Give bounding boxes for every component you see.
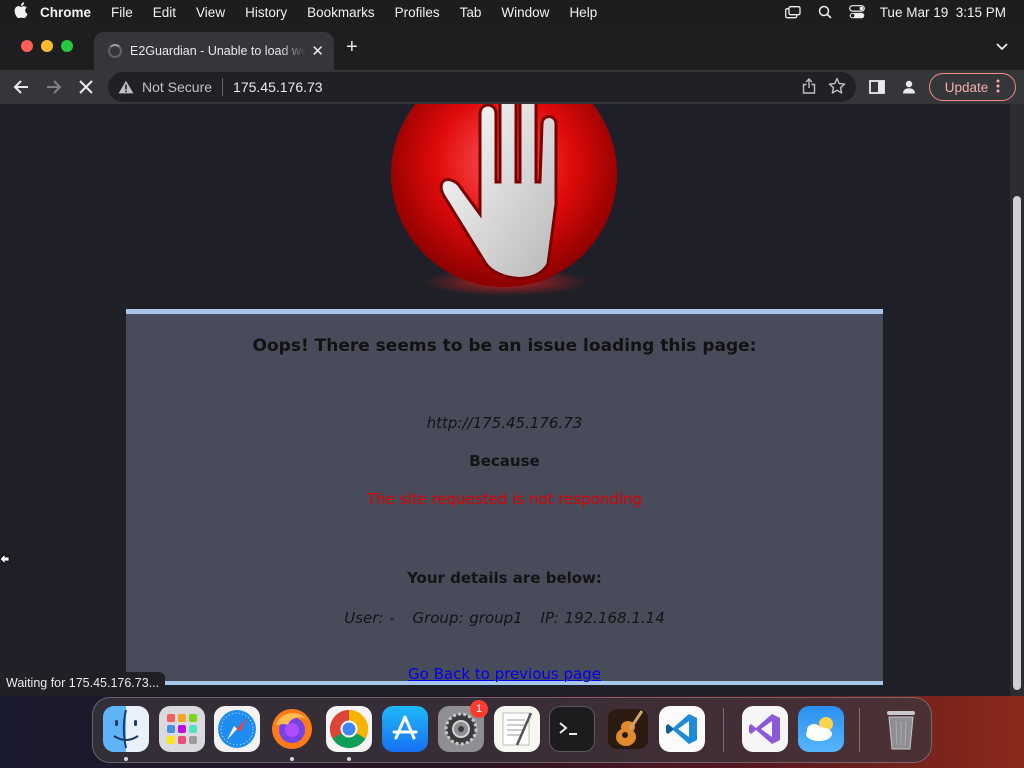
tab-loading-spinner-icon <box>108 44 122 58</box>
menu-help[interactable]: Help <box>569 5 597 20</box>
menu-tab[interactable]: Tab <box>460 5 482 20</box>
menu-file[interactable]: File <box>111 5 133 20</box>
control-center-icon[interactable] <box>848 5 866 19</box>
address-bar[interactable]: Not Secure 175.45.176.73 <box>108 72 856 102</box>
block-reason: The site requested is not responding <box>367 490 642 508</box>
screen-mirroring-icon[interactable] <box>784 5 802 19</box>
dock: 1 <box>92 697 932 763</box>
chrome-icon[interactable] <box>326 706 372 752</box>
window-minimize-button[interactable] <box>41 40 53 52</box>
menu-app-chrome[interactable]: Chrome <box>40 5 91 20</box>
finder-icon[interactable] <box>103 706 149 752</box>
safari-icon[interactable] <box>214 706 260 752</box>
trash-icon[interactable] <box>878 706 924 752</box>
browser-toolbar: Not Secure 175.45.176.73 Update <box>0 70 1024 104</box>
launchpad-icon[interactable] <box>159 706 205 752</box>
error-message-panel: Oops! There seems to be an issue loading… <box>126 309 883 685</box>
user-details: User: - Group: group1 IP: 192.168.1.14 <box>126 609 883 627</box>
go-back-link[interactable]: Go Back to previous page <box>126 665 883 683</box>
menu-history[interactable]: History <box>245 5 287 20</box>
omnibox-divider <box>222 78 224 96</box>
terminal-icon[interactable] <box>549 706 595 752</box>
firefox-running-indicator <box>290 757 294 761</box>
url-text[interactable]: 175.45.176.73 <box>233 79 323 95</box>
security-status-label[interactable]: Not Secure <box>142 79 212 95</box>
vscode-icon[interactable] <box>659 706 705 752</box>
firefox-icon[interactable] <box>269 706 315 752</box>
stop-hand-icon <box>391 104 617 296</box>
status-bubble: Waiting for 175.45.176.73... <box>0 672 166 694</box>
app-store-icon[interactable] <box>382 706 428 752</box>
textedit-icon[interactable] <box>494 706 540 752</box>
new-tab-button[interactable]: + <box>346 36 358 59</box>
back-arrow-icon[interactable] <box>11 77 31 97</box>
update-chrome-button[interactable]: Update <box>929 73 1016 101</box>
forward-arrow-icon[interactable] <box>44 77 64 97</box>
dock-separator <box>723 708 724 752</box>
details-heading: Your details are below: <box>407 569 602 587</box>
tab-search-chevron-icon[interactable] <box>996 38 1008 56</box>
profile-avatar-icon[interactable] <box>900 78 918 96</box>
tab-title: E2Guardian - Unable to load web page <box>130 44 306 58</box>
stop-loading-icon[interactable] <box>76 77 96 97</box>
resize-cursor-icon <box>0 552 10 571</box>
because-label: Because <box>469 452 540 470</box>
browser-window: E2Guardian - Unable to load web page ✕ +… <box>0 24 1024 696</box>
page-viewport: Oops! There seems to be an issue loading… <box>0 104 1010 696</box>
ip-field: IP: 192.168.1.14 <box>540 609 665 627</box>
group-field: Group: group1 <box>412 609 523 627</box>
menu-bar: Chrome File Edit View History Bookmarks … <box>0 0 1024 24</box>
scrollbar-thumb[interactable] <box>1013 196 1021 690</box>
menu-edit[interactable]: Edit <box>153 5 176 20</box>
menu-profiles[interactable]: Profiles <box>395 5 440 20</box>
window-zoom-button[interactable] <box>61 40 73 52</box>
apple-menu-icon[interactable] <box>14 2 40 22</box>
chrome-running-indicator <box>347 757 351 761</box>
side-panel-icon[interactable] <box>868 78 886 96</box>
window-close-button[interactable] <box>21 40 33 52</box>
menu-view[interactable]: View <box>196 5 225 20</box>
blocked-url: http://175.45.176.73 <box>426 414 583 432</box>
spotlight-search-icon[interactable] <box>816 5 834 19</box>
error-heading: Oops! There seems to be an issue loading… <box>252 336 757 356</box>
user-field: User: - <box>344 609 395 627</box>
finder-running-indicator <box>124 757 128 761</box>
tab-active[interactable]: E2Guardian - Unable to load web page ✕ <box>94 32 334 70</box>
menu-window[interactable]: Window <box>501 5 549 20</box>
visual-studio-icon[interactable] <box>742 706 788 752</box>
dock-separator-trash <box>859 708 860 752</box>
warning-triangle-icon[interactable] <box>118 78 136 96</box>
weather-icon[interactable] <box>798 706 844 752</box>
tab-strip: E2Guardian - Unable to load web page ✕ + <box>0 24 1024 70</box>
menu-bookmarks[interactable]: Bookmarks <box>307 5 375 20</box>
share-icon[interactable] <box>802 78 816 97</box>
more-menu-icon <box>996 79 1000 96</box>
bookmark-star-icon[interactable] <box>828 77 846 98</box>
update-button-label: Update <box>944 79 989 95</box>
system-settings-badge: 1 <box>470 700 488 718</box>
menubar-clock[interactable]: Tue Mar 19 3:15 PM <box>880 5 1006 20</box>
garageband-icon[interactable] <box>605 706 651 752</box>
tab-close-icon[interactable]: ✕ <box>311 42 324 60</box>
